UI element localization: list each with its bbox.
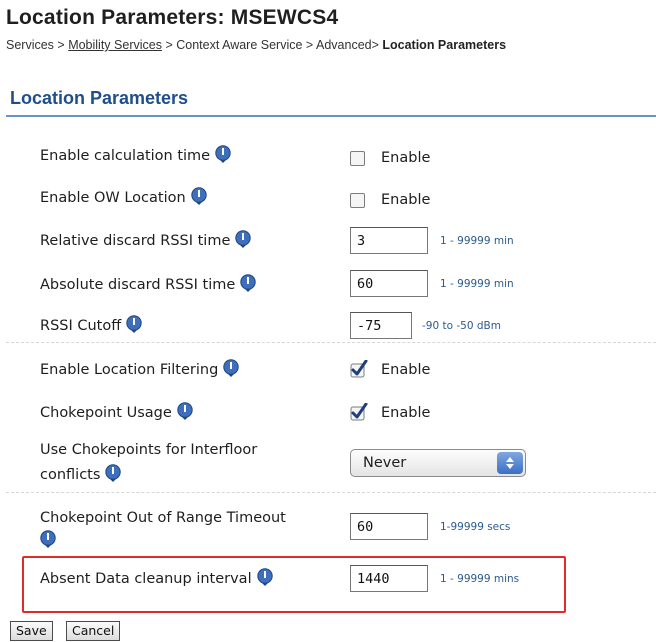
info-icon[interactable] bbox=[256, 568, 273, 586]
info-icon[interactable] bbox=[240, 274, 256, 292]
rssi-cutoff-label: RSSI Cutoff bbox=[40, 313, 142, 340]
breadcrumb: Services > Mobility Services > Context A… bbox=[6, 38, 506, 52]
section-divider bbox=[6, 115, 656, 117]
chokepoint-timeout-label: Chokepoint Out of Range Timeout bbox=[40, 505, 320, 555]
use-chokepoints-interfloor-line1: Use Chokepoints for Interfloor bbox=[40, 442, 258, 458]
absent-data-cleanup-input[interactable] bbox=[350, 565, 428, 592]
checkmark-icon bbox=[350, 402, 368, 420]
section-title: Location Parameters bbox=[10, 88, 189, 108]
enable-location-filtering-control: Enable bbox=[350, 359, 431, 378]
absolute-discard-rssi-time-label: Absolute discard RSSI time bbox=[40, 272, 256, 299]
breadcrumb-mobility-services-link[interactable]: Mobility Services bbox=[68, 38, 162, 52]
breadcrumb-context-advanced: Context Aware Service > Advanced> bbox=[176, 38, 383, 52]
enable-calculation-time-checkbox[interactable] bbox=[350, 150, 365, 166]
absolute-discard-rssi-time-text: Absolute discard RSSI time bbox=[40, 277, 236, 293]
enable-location-filtering-text: Enable Location Filtering bbox=[40, 362, 219, 378]
info-icon[interactable] bbox=[215, 145, 231, 163]
use-chokepoints-interfloor-line2: conflicts bbox=[40, 467, 101, 483]
info-icon[interactable] bbox=[190, 187, 207, 205]
relative-discard-rssi-time-label: Relative discard RSSI time bbox=[40, 228, 252, 255]
page-title: Location Parameters: MSEWCS4 bbox=[6, 6, 339, 29]
chokepoint-timeout-range-hint: 1-99999 secs bbox=[440, 521, 511, 533]
relative-discard-range-hint: 1 - 99999 min bbox=[440, 235, 514, 247]
enable-location-filtering-checkbox[interactable] bbox=[350, 359, 368, 378]
enable-calculation-time-label: Enable calculation time bbox=[40, 143, 231, 170]
absent-data-cleanup-text: Absent Data cleanup interval bbox=[40, 571, 252, 587]
info-icon[interactable] bbox=[235, 230, 252, 248]
absolute-discard-rssi-time-input[interactable] bbox=[350, 270, 428, 297]
checkmark-icon bbox=[350, 359, 368, 377]
chokepoint-timeout-text: Chokepoint Out of Range Timeout bbox=[40, 510, 286, 526]
use-chokepoints-interfloor-label: Use Chokepoints for Interfloor conflicts bbox=[40, 437, 320, 489]
chokepoint-usage-checkbox[interactable] bbox=[350, 402, 368, 421]
interfloor-conflicts-select[interactable]: Never bbox=[350, 449, 526, 477]
enable-ow-location-checkbox[interactable] bbox=[350, 192, 365, 208]
checkbox-label: Enable bbox=[381, 362, 431, 378]
checkbox-label: Enable bbox=[381, 192, 431, 208]
relative-discard-rssi-time-text: Relative discard RSSI time bbox=[40, 233, 231, 249]
breadcrumb-separator: > bbox=[161, 38, 177, 52]
enable-ow-location-label: Enable OW Location bbox=[40, 185, 207, 212]
rssi-cutoff-input[interactable] bbox=[350, 312, 412, 339]
enable-calculation-time-control: Enable bbox=[350, 150, 430, 166]
save-button[interactable]: Save bbox=[10, 621, 53, 641]
chokepoint-timeout-input[interactable] bbox=[350, 513, 428, 540]
checkbox-label: Enable bbox=[381, 150, 431, 166]
info-icon[interactable] bbox=[223, 359, 239, 377]
breadcrumb-current: Location Parameters bbox=[382, 38, 507, 52]
enable-ow-location-text: Enable OW Location bbox=[40, 190, 186, 206]
absent-data-cleanup-range-hint: 1 - 99999 mins bbox=[440, 573, 520, 585]
interfloor-conflicts-selected-value: Never bbox=[363, 455, 407, 471]
info-icon[interactable] bbox=[177, 402, 193, 420]
checkbox-label: Enable bbox=[381, 405, 431, 421]
cancel-button[interactable]: Cancel bbox=[66, 621, 121, 641]
info-icon[interactable] bbox=[105, 464, 122, 482]
relative-discard-rssi-time-input[interactable] bbox=[350, 227, 428, 254]
enable-location-filtering-label: Enable Location Filtering bbox=[40, 357, 239, 384]
rssi-cutoff-range-hint: -90 to -50 dBm bbox=[422, 320, 501, 332]
enable-ow-location-control: Enable bbox=[350, 192, 430, 208]
enable-calculation-time-text: Enable calculation time bbox=[40, 148, 211, 164]
breadcrumb-separator: > bbox=[53, 38, 69, 52]
chokepoint-usage-text: Chokepoint Usage bbox=[40, 405, 172, 421]
chokepoint-usage-control: Enable bbox=[350, 402, 431, 421]
section-separator bbox=[6, 492, 656, 493]
section-separator bbox=[6, 342, 656, 343]
info-icon[interactable] bbox=[40, 530, 56, 548]
select-arrows-icon bbox=[497, 452, 523, 474]
breadcrumb-services: Services bbox=[6, 38, 54, 52]
chokepoint-usage-label: Chokepoint Usage bbox=[40, 400, 193, 427]
absent-data-cleanup-label: Absent Data cleanup interval bbox=[40, 566, 273, 593]
absolute-discard-range-hint: 1 - 99999 min bbox=[440, 278, 514, 290]
rssi-cutoff-text: RSSI Cutoff bbox=[40, 318, 122, 334]
info-icon[interactable] bbox=[126, 315, 142, 333]
